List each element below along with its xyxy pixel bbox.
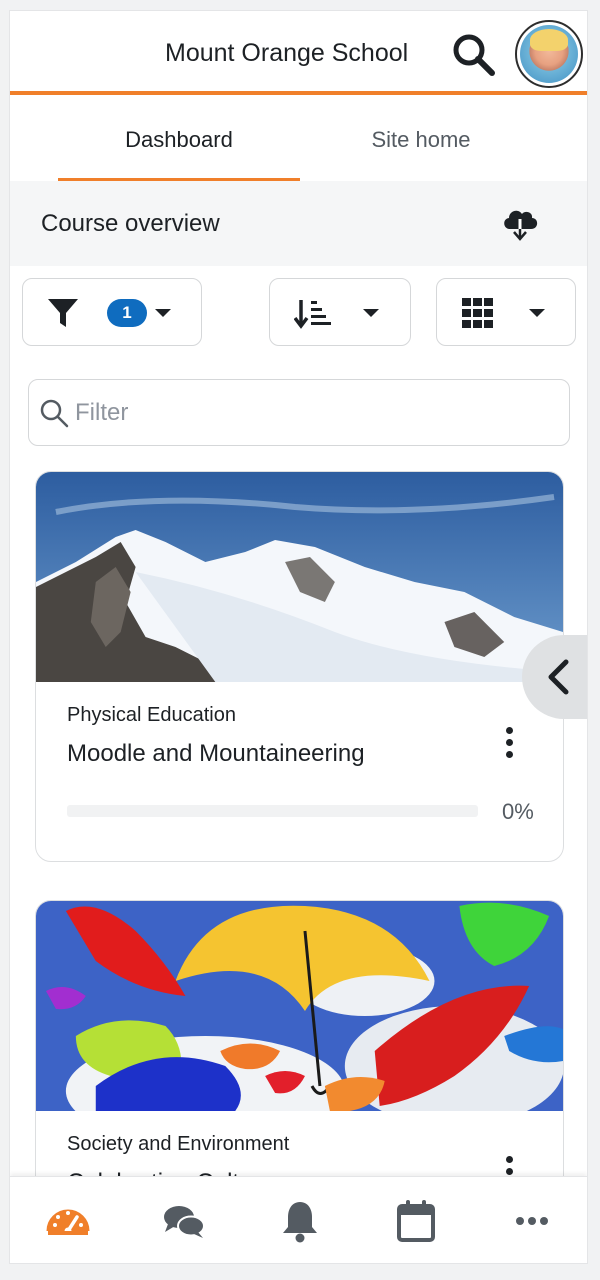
notifications-bell-icon — [283, 1202, 317, 1243]
nav-dashboard[interactable] — [44, 1197, 92, 1245]
view-button[interactable] — [436, 278, 576, 346]
course-actions-menu-icon[interactable] — [499, 724, 519, 764]
nav-notifications[interactable] — [276, 1197, 324, 1245]
course-progress-bar — [67, 805, 478, 817]
calendar-icon — [397, 1200, 435, 1242]
course-category: Society and Environment — [67, 1133, 290, 1155]
sort-icon — [294, 300, 331, 329]
course-progress-label: 0% — [502, 799, 534, 824]
avatar-photo — [520, 25, 578, 83]
sort-button[interactable] — [269, 278, 411, 346]
course-filter-input[interactable] — [75, 380, 555, 445]
course-overview-title: Course overview — [41, 210, 220, 237]
search-icon — [40, 399, 69, 428]
course-overview-bar: Course overview — [10, 181, 587, 266]
more-icon — [516, 1217, 548, 1225]
dashboard-icon — [46, 1209, 90, 1235]
chevron-down-icon — [529, 309, 545, 317]
course-image-umbrellas — [36, 901, 563, 1111]
course-card[interactable]: Physical Education Moodle and Mountainee… — [35, 471, 564, 862]
course-category: Physical Education — [67, 704, 236, 726]
chevron-left-icon — [548, 659, 569, 695]
tab-dashboard[interactable]: Dashboard — [58, 99, 300, 181]
nav-messages[interactable] — [160, 1197, 208, 1245]
site-title: Mount Orange School — [165, 39, 409, 67]
filter-count-badge: 1 — [107, 299, 147, 327]
app-frame: Mount Orange School Dashboard Site home … — [9, 10, 588, 1264]
page-tabs: Dashboard Site home — [10, 99, 587, 181]
chevron-down-icon — [363, 309, 379, 317]
user-avatar[interactable] — [515, 20, 583, 88]
bottom-tab-bar — [10, 1176, 587, 1263]
filter-button[interactable]: 1 — [22, 278, 202, 346]
grid-view-icon — [462, 298, 493, 328]
top-bar: Mount Orange School — [10, 11, 587, 95]
messages-icon — [164, 1206, 205, 1238]
course-name[interactable]: Moodle and Mountaineering — [67, 740, 365, 768]
filter-icon — [48, 299, 78, 327]
chevron-down-icon — [155, 309, 171, 317]
tab-site-home[interactable]: Site home — [300, 99, 542, 181]
search-icon[interactable] — [450, 31, 498, 79]
nav-calendar[interactable] — [392, 1197, 440, 1245]
course-image-mountains — [36, 472, 563, 682]
cloud-download-icon[interactable] — [500, 205, 540, 241]
course-filter-field[interactable] — [28, 379, 570, 446]
nav-more[interactable] — [508, 1197, 556, 1245]
